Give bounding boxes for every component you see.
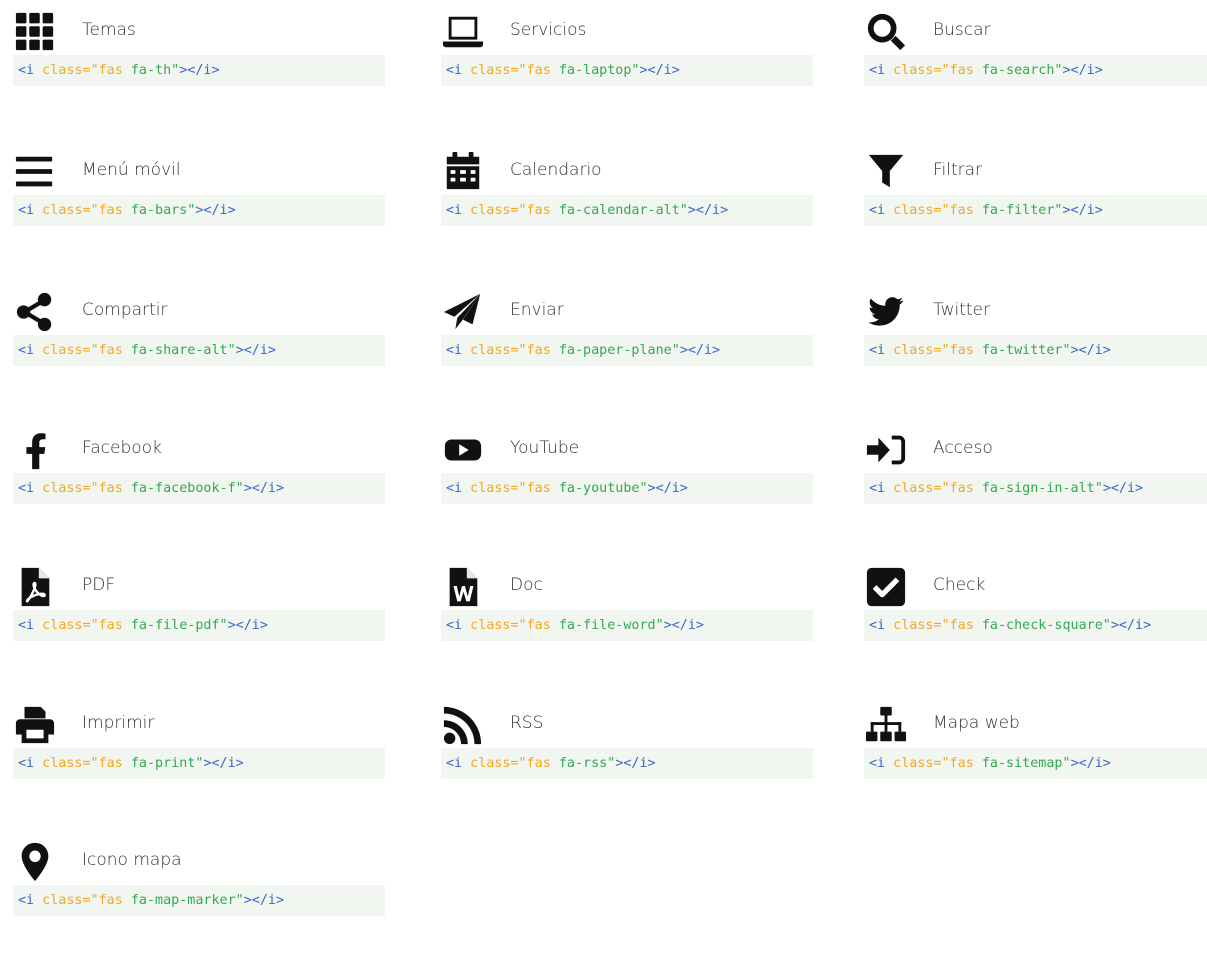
code-snippet: <i class="fas fa-laptop"></i> xyxy=(441,55,813,86)
icon-label: Buscar xyxy=(933,20,991,40)
icon-label: Twitter xyxy=(933,300,990,320)
sign-in-alt-icon xyxy=(864,428,908,472)
icon-label: PDF xyxy=(82,575,116,595)
icon-card-twitter: Twitter <i class="fas fa-twitter"></i> xyxy=(864,280,1207,410)
icon-label: Servicios xyxy=(510,20,587,40)
icon-card-servicios: Servicios <i class="fas fa-laptop"></i> xyxy=(441,0,813,130)
icon-label: RSS xyxy=(510,713,544,733)
code-snippet: <i class="fas fa-calendar-alt"></i> xyxy=(441,195,813,226)
bars-icon xyxy=(13,150,57,194)
file-pdf-icon xyxy=(13,565,57,609)
search-icon xyxy=(864,10,908,54)
code-snippet: <i class="fas fa-paper-plane"></i> xyxy=(441,335,813,366)
icon-label: Compartir xyxy=(82,300,168,320)
icon-card-menu-movil: Menú móvil <i class="fas fa-bars"></i> xyxy=(13,140,385,270)
icon-label: Mapa web xyxy=(933,713,1020,733)
icon-card-facebook: Facebook <i class="fas fa-facebook-f"></… xyxy=(13,418,385,548)
laptop-icon xyxy=(441,10,485,54)
icon-card-rss: RSS <i class="fas fa-rss"></i> xyxy=(441,693,813,823)
code-snippet: <i class="fas fa-sitemap"></i> xyxy=(864,748,1207,779)
share-alt-icon xyxy=(13,290,57,334)
map-marker-icon xyxy=(13,840,57,884)
icon-card-imprimir: Imprimir <i class="fas fa-print"></i> xyxy=(13,693,385,823)
rss-icon xyxy=(441,703,485,747)
icon-label: Facebook xyxy=(82,438,162,458)
icon-label: Acceso xyxy=(933,438,993,458)
icon-card-mapa-web: Mapa web <i class="fas fa-sitemap"></i> xyxy=(864,693,1207,823)
code-snippet: <i class="fas fa-search"></i> xyxy=(864,55,1207,86)
icon-card-youtube: YouTube <i class="fas fa-youtube"></i> xyxy=(441,418,813,548)
icon-card-icono-mapa: Icono mapa <i class="fas fa-map-marker">… xyxy=(13,830,385,960)
code-snippet: <i class="fas fa-twitter"></i> xyxy=(864,335,1207,366)
icon-label: Doc xyxy=(510,575,543,595)
code-snippet: <i class="fas fa-bars"></i> xyxy=(13,195,385,226)
code-snippet: <i class="fas fa-file-word"></i> xyxy=(441,610,813,641)
code-snippet: <i class="fas fa-check-square"></i> xyxy=(864,610,1207,641)
icon-card-check: Check <i class="fas fa-check-square"></i… xyxy=(864,555,1207,685)
icon-card-filtrar: Filtrar <i class="fas fa-filter"></i> xyxy=(864,140,1207,270)
code-snippet: <i class="fas fa-map-marker"></i> xyxy=(13,885,385,916)
filter-icon xyxy=(864,150,908,194)
paper-plane-icon xyxy=(441,290,485,334)
icon-label: Menú móvil xyxy=(82,160,181,180)
icon-label: YouTube xyxy=(510,438,580,458)
icon-card-compartir: Compartir <i class="fas fa-share-alt"></… xyxy=(13,280,385,410)
icon-card-temas: Temas <i class="fas fa-th"></i> xyxy=(13,0,385,130)
icon-label: Calendario xyxy=(510,160,602,180)
icon-card-enviar: Enviar <i class="fas fa-paper-plane"></i… xyxy=(441,280,813,410)
code-snippet: <i class="fas fa-youtube"></i> xyxy=(441,473,813,504)
code-snippet: <i class="fas fa-filter"></i> xyxy=(864,195,1207,226)
calendar-alt-icon xyxy=(441,150,485,194)
code-snippet: <i class="fas fa-share-alt"></i> xyxy=(13,335,385,366)
twitter-icon xyxy=(864,290,908,334)
icon-card-acceso: Acceso <i class="fas fa-sign-in-alt"></i… xyxy=(864,418,1207,548)
code-snippet: <i class="fas fa-sign-in-alt"></i> xyxy=(864,473,1207,504)
print-icon xyxy=(13,703,57,747)
sitemap-icon xyxy=(864,703,908,747)
youtube-icon xyxy=(441,428,485,472)
icon-card-buscar: Buscar <i class="fas fa-search"></i> xyxy=(864,0,1207,130)
icon-label: Imprimir xyxy=(82,713,155,733)
icon-card-doc: Doc <i class="fas fa-file-word"></i> xyxy=(441,555,813,685)
code-snippet: <i class="fas fa-facebook-f"></i> xyxy=(13,473,385,504)
icon-label: Enviar xyxy=(510,300,564,320)
check-square-icon xyxy=(864,565,908,609)
icon-card-calendario: Calendario <i class="fas fa-calendar-alt… xyxy=(441,140,813,270)
code-snippet: <i class="fas fa-th"></i> xyxy=(13,55,385,86)
icon-label: Check xyxy=(933,575,986,595)
icon-label: Temas xyxy=(82,20,136,40)
icon-label: Filtrar xyxy=(933,160,983,180)
code-snippet: <i class="fas fa-print"></i> xyxy=(13,748,385,779)
facebook-f-icon xyxy=(13,428,57,472)
file-word-icon xyxy=(441,565,485,609)
code-snippet: <i class="fas fa-rss"></i> xyxy=(441,748,813,779)
th-icon xyxy=(13,10,57,54)
code-snippet: <i class="fas fa-file-pdf"></i> xyxy=(13,610,385,641)
icon-label: Icono mapa xyxy=(82,850,182,870)
icon-card-pdf: PDF <i class="fas fa-file-pdf"></i> xyxy=(13,555,385,685)
